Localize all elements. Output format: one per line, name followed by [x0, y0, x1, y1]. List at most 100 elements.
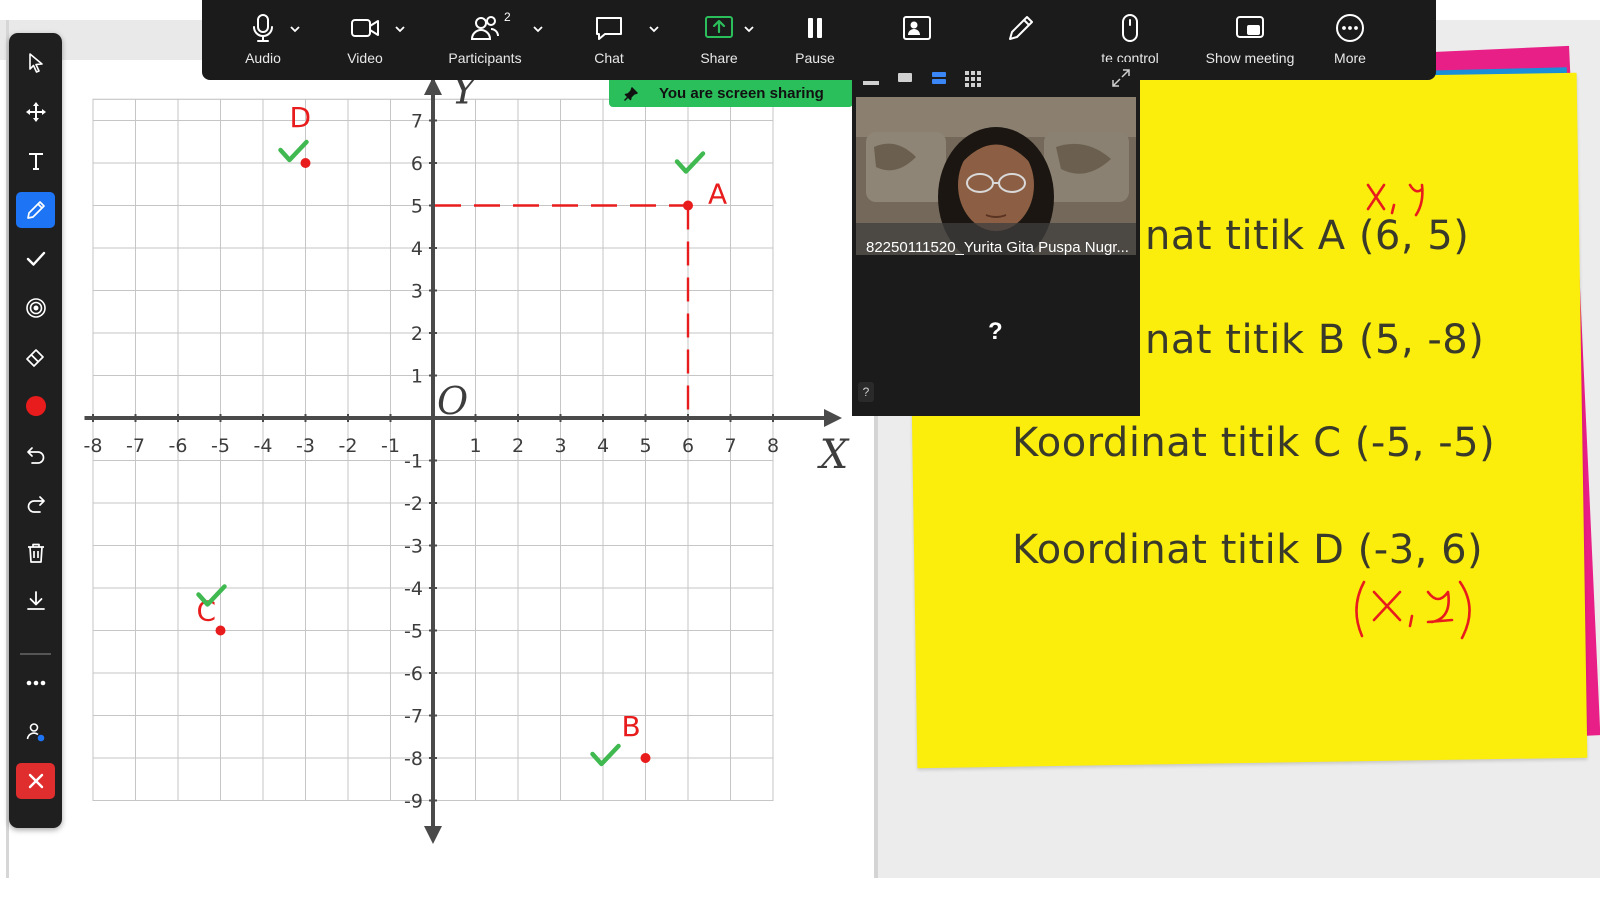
x-tick-label: -7 [126, 435, 145, 457]
note-line-d: Koordinat titik D (-3, 6) [1012, 527, 1484, 573]
clear-tool[interactable] [16, 535, 55, 571]
participant-annotate-tool[interactable] [16, 714, 55, 750]
more-tool[interactable] [16, 665, 55, 701]
point-d-label: D [290, 101, 312, 134]
pen-icon [26, 201, 45, 219]
hide-video-icon[interactable] [896, 70, 914, 84]
color-icon [25, 396, 46, 416]
spotlight-tool[interactable] [16, 290, 55, 326]
share-screen-icon [705, 16, 733, 38]
video-camera-icon [351, 19, 379, 37]
participants-options-chevron-icon[interactable] [531, 22, 545, 36]
participants-count-badge: 2 [504, 10, 511, 24]
show-meeting-button[interactable]: Show meeting [1190, 12, 1310, 78]
note-line-c: Koordinat titik C (-5, -5) [1012, 420, 1496, 466]
stamp-tool[interactable] [16, 241, 55, 277]
color-tool[interactable] [16, 388, 55, 424]
participant-video-image [856, 97, 1136, 255]
annotation-toolbar [9, 33, 62, 828]
more-label: More [1334, 50, 1366, 66]
expand-icon[interactable] [1110, 67, 1132, 89]
pause-share-button[interactable]: Pause [780, 12, 850, 78]
audio-button[interactable]: Audio [232, 12, 294, 78]
text-icon [28, 153, 43, 170]
y-tick-label: -8 [404, 748, 423, 770]
y-tick-label: -6 [404, 663, 423, 685]
more-button[interactable]: More [1315, 12, 1385, 78]
x-tick-label: -3 [296, 435, 315, 457]
y-tick-label: 1 [411, 366, 423, 388]
x-tick-label: 6 [682, 435, 694, 457]
participant-icon [26, 723, 44, 742]
redo-icon [27, 496, 45, 513]
handwritten-xy-bottom [1355, 580, 1471, 640]
x-tick-label: -2 [339, 435, 358, 457]
shared-screen: nat titik A (6, 5) nat titik B (5, -8) K… [0, 0, 1600, 899]
y-tick-label: -2 [404, 493, 423, 515]
audio-options-chevron-icon[interactable] [288, 22, 302, 36]
spotlight-icon [25, 298, 46, 318]
x-axis-label: X [817, 432, 850, 478]
origin-label: O [437, 379, 468, 423]
y-tick-label: -3 [404, 536, 423, 558]
x-tick-label: -1 [381, 435, 400, 457]
portrait-window-icon [903, 16, 931, 40]
x-tick-label: -8 [84, 435, 103, 457]
pin-icon [623, 86, 638, 101]
share-options-chevron-icon[interactable] [742, 22, 756, 36]
pause-label: Pause [795, 50, 835, 66]
text-tool[interactable] [16, 143, 55, 179]
y-tick-label: -5 [404, 621, 423, 643]
point-d-marker [300, 158, 311, 168]
move-icon [25, 102, 46, 122]
x-tick-label: 4 [597, 435, 609, 457]
y-tick-label: 7 [411, 111, 423, 133]
close-annotation-button[interactable] [16, 763, 55, 799]
y-tick-label: -1 [404, 451, 423, 473]
gallery-view-icon[interactable] [964, 70, 982, 88]
screen-sharing-banner[interactable]: You are screen sharing [609, 80, 853, 107]
y-tick-label: 6 [411, 153, 423, 175]
x-tick-label: 2 [512, 435, 524, 457]
more-options-icon [1336, 14, 1364, 42]
move-tool[interactable] [16, 94, 55, 130]
coordinate-plane: -8 -7 -6 -5 -4 -3 -2 -1 1 2 3 4 5 6 7 8 7 6 5 4 3 2 1 -1 -2 -3 -4 -… [84, 78, 850, 844]
y-axis-arrow [424, 826, 442, 844]
participant-name: 82250111520_Yurita Gita Puspa Nugr... [866, 239, 1129, 255]
save-icon [26, 591, 45, 610]
y-axis-top-arrow [424, 78, 442, 95]
video-options-chevron-icon[interactable] [393, 22, 407, 36]
undo-icon [26, 447, 44, 464]
y-tick-label: 4 [411, 238, 423, 260]
participants-button[interactable]: Participants [435, 12, 535, 78]
video-button[interactable]: Video [334, 12, 396, 78]
speaker-view-icon[interactable] [930, 70, 948, 86]
x-tick-label: 1 [469, 435, 481, 457]
eraser-tool[interactable] [16, 339, 55, 375]
participant-video-tile[interactable]: 82250111520_Yurita Gita Puspa Nugr... [856, 97, 1136, 255]
redo-tool[interactable] [16, 486, 55, 522]
x-tick-label: -4 [254, 435, 273, 457]
point-b-label: B [622, 710, 641, 743]
chat-options-chevron-icon[interactable] [647, 22, 661, 36]
close-icon [28, 773, 43, 789]
more-icon [26, 680, 45, 686]
save-tool[interactable] [16, 583, 55, 619]
point-c-marker [215, 625, 226, 636]
handwritten-xy-top [1366, 183, 1424, 217]
chat-icon [596, 17, 622, 40]
chat-button[interactable]: Chat [574, 12, 644, 78]
no-video-placeholder: ? [988, 318, 1003, 345]
point-a-label: A [708, 178, 727, 211]
pen-tool[interactable] [16, 192, 55, 228]
meeting-controls-bar: Audio Video Participants 2 Chat Share Pa… [202, 0, 1436, 80]
x-tick-label: 8 [767, 435, 779, 457]
minimize-video-icon[interactable] [862, 73, 880, 87]
video-label: Video [347, 50, 383, 66]
x-tick-label: -6 [169, 435, 188, 457]
undo-tool[interactable] [16, 437, 55, 473]
help-label[interactable]: ? [858, 382, 874, 402]
y-tick-label: -9 [404, 791, 423, 813]
share-label: Share [700, 50, 738, 66]
select-tool[interactable] [16, 45, 55, 81]
